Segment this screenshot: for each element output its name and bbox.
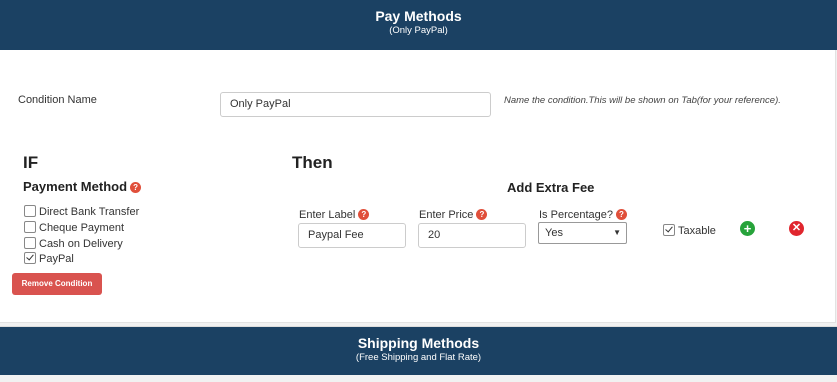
- add-extra-fee-heading: Add Extra Fee: [507, 180, 595, 195]
- checkbox-cheque-payment[interactable]: [24, 221, 36, 233]
- enter-price-text: Enter Price: [419, 209, 474, 221]
- remove-condition-button[interactable]: Remove Condition: [12, 273, 102, 295]
- shipping-methods-header[interactable]: Shipping Methods (Free Shipping and Flat…: [0, 326, 837, 375]
- is-percentage-label: Is Percentage??: [539, 209, 627, 221]
- payment-option-paypal[interactable]: PayPal: [24, 252, 74, 266]
- is-percentage-value: Yes: [545, 227, 563, 239]
- checkbox-paypal[interactable]: [24, 252, 36, 264]
- is-percentage-select[interactable]: Yes ▼: [538, 222, 627, 244]
- then-heading: Then: [292, 153, 333, 172]
- enter-price-label: Enter Price?: [419, 209, 488, 221]
- payment-option-direct-bank-transfer[interactable]: Direct Bank Transfer: [24, 205, 139, 219]
- condition-name-hint: Name the condition.This will be shown on…: [504, 95, 781, 106]
- checkbox-direct-bank-transfer[interactable]: [24, 205, 36, 217]
- enter-label-label: Enter Label?: [299, 209, 370, 221]
- payment-option-cheque-payment[interactable]: Cheque Payment: [24, 221, 124, 235]
- condition-name-input[interactable]: Only PayPal: [220, 92, 491, 117]
- chevron-down-icon: ▼: [613, 228, 621, 237]
- condition-panel: Condition Name Only PayPal Name the cond…: [0, 50, 836, 323]
- taxable-option[interactable]: Taxable: [663, 224, 716, 237]
- payment-option-cash-on-delivery[interactable]: Cash on Delivery: [24, 237, 123, 251]
- checkbox-taxable[interactable]: [663, 224, 675, 236]
- option-label: Cash on Delivery: [39, 238, 123, 250]
- payment-method-text: Payment Method: [23, 179, 128, 194]
- is-percentage-text: Is Percentage?: [539, 209, 613, 221]
- if-heading: IF: [23, 153, 39, 172]
- question-circle-icon[interactable]: ?: [130, 182, 142, 193]
- pay-methods-subtitle: (Only PayPal): [389, 25, 448, 36]
- option-label: PayPal: [39, 253, 74, 265]
- taxable-label: Taxable: [678, 225, 716, 237]
- enter-label-text: Enter Label: [299, 209, 356, 221]
- question-circle-icon[interactable]: ?: [358, 209, 370, 220]
- option-label: Direct Bank Transfer: [39, 206, 140, 218]
- condition-name-label: Condition Name: [18, 94, 97, 106]
- pay-methods-header[interactable]: Pay Methods (Only PayPal): [0, 0, 837, 50]
- fee-price-input[interactable]: 20: [418, 223, 526, 248]
- shipping-methods-subtitle: (Free Shipping and Flat Rate): [355, 352, 482, 363]
- question-circle-icon[interactable]: ?: [616, 209, 627, 220]
- shipping-methods-title: Shipping Methods: [357, 335, 480, 351]
- pay-methods-title: Pay Methods: [375, 8, 462, 24]
- payment-method-label: Payment Method?: [23, 179, 142, 194]
- fee-label-input[interactable]: Paypal Fee: [298, 223, 406, 248]
- plus-circle-icon[interactable]: +: [740, 221, 755, 236]
- option-label: Cheque Payment: [39, 222, 124, 234]
- times-circle-icon[interactable]: ✕: [789, 221, 804, 236]
- question-circle-icon[interactable]: ?: [476, 209, 488, 220]
- checkbox-cash-on-delivery[interactable]: [24, 237, 36, 249]
